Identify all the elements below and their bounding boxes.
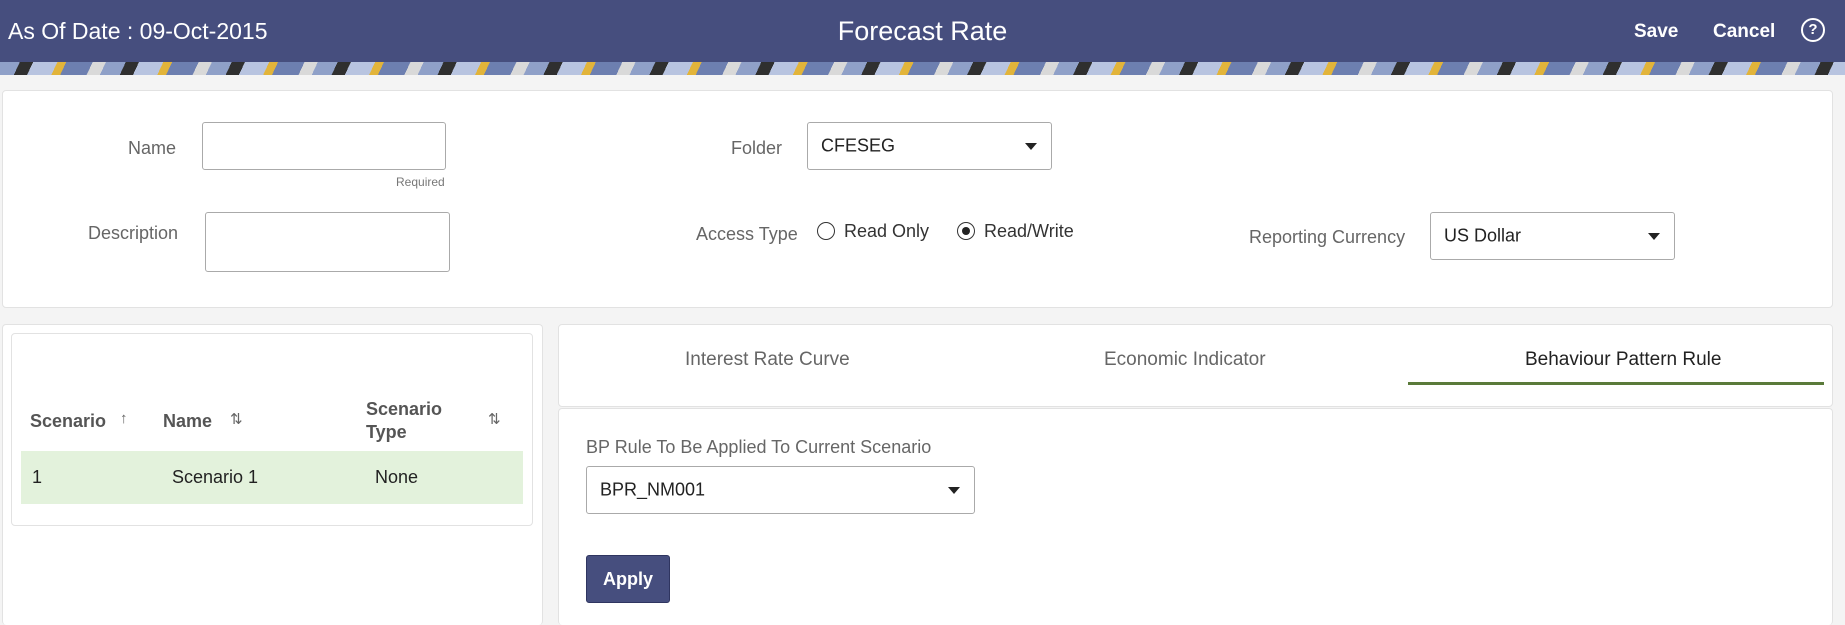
- chevron-down-icon: [1648, 233, 1660, 240]
- col-header-scenario-type-line2[interactable]: Type: [366, 422, 407, 443]
- read-only-label: Read Only: [844, 221, 930, 241]
- col-header-scenario-type[interactable]: Scenario: [366, 399, 442, 420]
- cell-name: Scenario 1: [172, 467, 259, 487]
- help-icon[interactable]: ?: [1801, 18, 1825, 42]
- name-input[interactable]: [202, 122, 446, 170]
- sort-icon[interactable]: ⇅: [230, 410, 243, 428]
- folder-label: Folder: [731, 138, 783, 158]
- as-of-date: As Of Date : 09-Oct-2015: [8, 18, 268, 44]
- page-title: Forecast Rate: [837, 16, 1008, 46]
- cell-scenario: 1: [32, 467, 43, 487]
- col-header-scenario[interactable]: Scenario: [30, 411, 106, 432]
- active-tab-indicator: [1408, 382, 1824, 385]
- col-header-name[interactable]: Name: [163, 411, 212, 432]
- apply-button[interactable]: Apply: [586, 555, 670, 603]
- save-button[interactable]: Save: [1634, 21, 1678, 43]
- folder-select[interactable]: CFESEG: [807, 122, 1052, 170]
- description-input[interactable]: [205, 212, 450, 272]
- read-write-label: Read/Write: [984, 221, 1074, 241]
- name-label: Name: [128, 138, 177, 158]
- tab-economic-indicator[interactable]: Economic Indicator: [1104, 349, 1266, 371]
- read-only-radio[interactable]: [817, 222, 835, 240]
- decorative-banner: [0, 62, 1845, 75]
- chevron-down-icon: [948, 487, 960, 494]
- bp-rule-label: BP Rule To Be Applied To Current Scenari…: [586, 437, 932, 457]
- chevron-down-icon: [1025, 143, 1037, 150]
- folder-value: CFESEG: [821, 135, 896, 156]
- bp-rule-value: BPR_NM001: [600, 479, 706, 500]
- app-header: As Of Date : 09-Oct-2015 Forecast Rate S…: [0, 0, 1845, 62]
- description-label: Description: [88, 223, 179, 243]
- sort-ascending-icon[interactable]: ↑: [120, 410, 128, 427]
- cell-type: None: [375, 467, 419, 487]
- cancel-button[interactable]: Cancel: [1713, 21, 1775, 43]
- required-hint: Required: [396, 175, 445, 189]
- reporting-currency-select[interactable]: US Dollar: [1430, 212, 1675, 260]
- bp-rule-select[interactable]: BPR_NM001: [586, 466, 975, 514]
- reporting-currency-value: US Dollar: [1444, 225, 1522, 246]
- access-type-label: Access Type: [696, 224, 798, 244]
- read-write-radio[interactable]: [957, 222, 975, 240]
- tab-interest-rate-curve[interactable]: Interest Rate Curve: [685, 349, 850, 371]
- reporting-currency-label: Reporting Currency: [1249, 227, 1406, 247]
- table-row[interactable]: 1 Scenario 1 None: [21, 451, 523, 504]
- sort-icon[interactable]: ⇅: [488, 410, 501, 428]
- tab-behaviour-pattern-rule[interactable]: Behaviour Pattern Rule: [1525, 349, 1721, 371]
